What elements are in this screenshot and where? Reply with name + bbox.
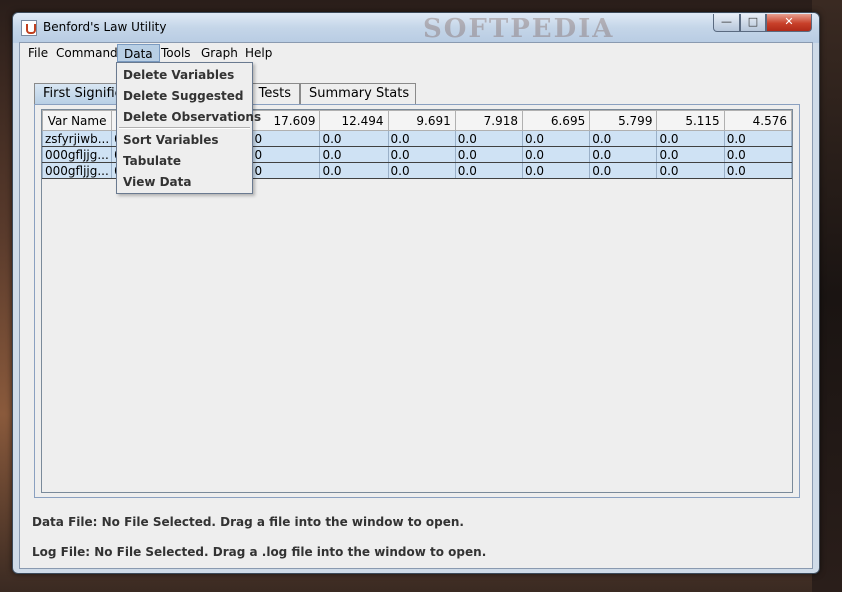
table-cell[interactable]: 0.0 [589,146,658,163]
title-bar[interactable]: Benford's Law Utility SOFTPEDIA — □ ✕ [13,13,819,44]
table-cell[interactable]: 0.0 [521,146,591,163]
table-cell[interactable]: 0.0 [723,130,792,147]
java-app-icon [21,20,37,36]
column-header[interactable]: 9.691 [387,110,456,131]
menu-separator [119,127,250,129]
menu-item-delete-observations[interactable]: Delete Observations [123,110,261,124]
table-cell[interactable]: 0.0 [656,146,725,163]
table-cell[interactable]: 0.0 [723,146,792,163]
data-menu-dropdown: Delete Variables Delete Suggested Delete… [116,62,261,194]
table-cell[interactable]: 0.0 [589,162,658,179]
table-cell[interactable]: 0.0 [387,162,456,179]
table-cell[interactable]: 0 [251,146,321,163]
tab-summary-stats[interactable]: Summary Stats [300,83,416,104]
table-cell[interactable]: 0.0 [319,162,389,179]
table-cell[interactable]: 0.0 [723,162,792,179]
close-button[interactable]: ✕ [766,14,812,32]
column-header[interactable]: 5.115 [656,110,725,131]
column-header[interactable]: 12.494 [319,110,389,131]
column-header[interactable]: 5.799 [589,110,658,131]
column-header[interactable]: Var Name [42,110,113,131]
softpedia-watermark: SOFTPEDIA [423,14,615,44]
menu-item-view-data[interactable]: View Data [123,175,191,189]
table-cell[interactable]: 0 [251,162,321,179]
menu-item-tabulate[interactable]: Tabulate [123,154,181,168]
column-header[interactable]: 6.695 [521,110,591,131]
tab-first-significant[interactable]: First Significant [34,83,124,104]
menu-bar: File Command Data Tools Graph Help [20,43,812,63]
column-header[interactable]: 17.609 [251,110,321,131]
menu-item-sort-variables[interactable]: Sort Variables [123,133,219,147]
column-header[interactable]: 7.918 [454,110,523,131]
menu-item-delete-suggested[interactable]: Delete Suggested [123,89,244,103]
table-cell[interactable]: 0.0 [319,130,389,147]
table-cell[interactable]: 0.0 [387,146,456,163]
table-cell[interactable]: 0.0 [521,162,591,179]
table-cell[interactable]: 0.0 [656,162,725,179]
table-cell[interactable]: 0.0 [454,162,523,179]
log-file-status: Log File: No File Selected. Drag a .log … [32,545,487,559]
maximize-button[interactable]: □ [740,14,766,32]
data-file-status: Data File: No File Selected. Drag a file… [32,515,464,529]
table-cell[interactable]: 0.0 [656,130,725,147]
menu-item-delete-variables[interactable]: Delete Variables [123,68,234,82]
table-cell[interactable]: 000gfljjg... [42,146,113,163]
table-cell[interactable]: 0 [251,130,321,147]
column-header[interactable]: 4.576 [723,110,792,131]
table-cell[interactable]: 0.0 [319,146,389,163]
table-cell[interactable]: 0.0 [521,130,591,147]
table-cell[interactable]: 0.0 [589,130,658,147]
table-cell[interactable]: 000gfljjg... [42,162,113,179]
menu-tools[interactable]: Tools [155,44,197,62]
table-cell[interactable]: 0.0 [454,130,523,147]
minimize-button[interactable]: — [713,14,740,32]
menu-command[interactable]: Command [50,44,124,62]
menu-help[interactable]: Help [239,44,278,62]
table-cell[interactable]: zsfyrjiwb... [42,130,113,147]
window-title: Benford's Law Utility [43,20,167,34]
table-cell[interactable]: 0.0 [387,130,456,147]
menu-data[interactable]: Data [117,44,160,62]
table-cell[interactable]: 0.0 [454,146,523,163]
menu-graph[interactable]: Graph [195,44,244,62]
